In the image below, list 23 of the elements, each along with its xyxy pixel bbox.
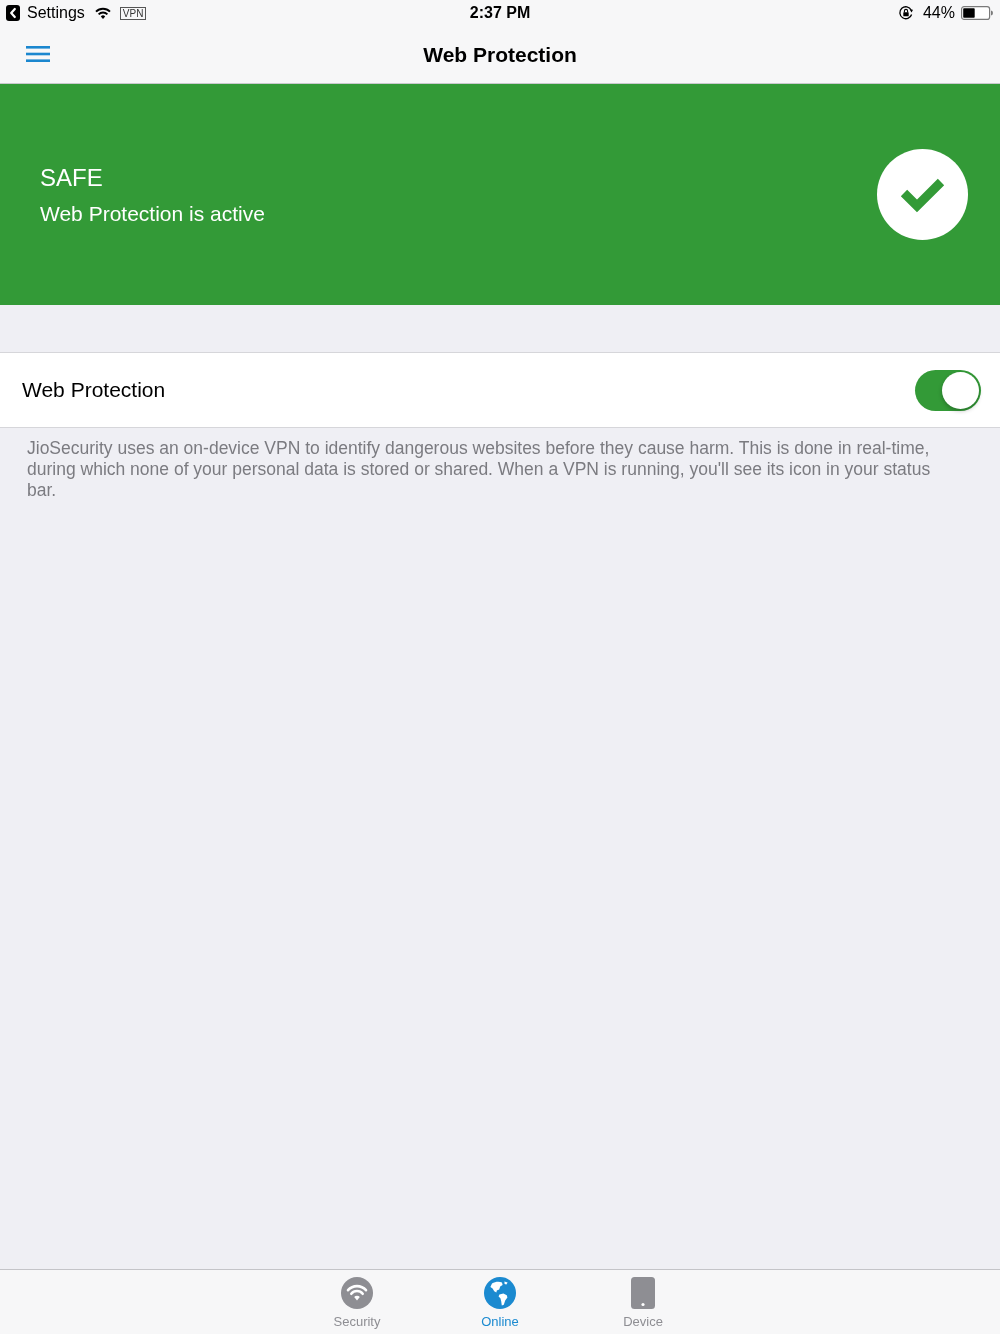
globe-icon bbox=[484, 1277, 516, 1309]
battery-percentage: 44% bbox=[922, 4, 955, 22]
setting-label: Web Protection bbox=[22, 378, 166, 402]
battery-icon bbox=[961, 6, 993, 20]
screen-title: Web Protection bbox=[423, 42, 577, 67]
wifi-circle-icon bbox=[341, 1277, 373, 1309]
check-circle-icon bbox=[877, 149, 968, 240]
tab-item[interactable]: Online bbox=[428, 1270, 572, 1334]
wifi-signal-icon bbox=[94, 7, 111, 19]
back-chevron-icon bbox=[6, 5, 20, 21]
menu-button[interactable] bbox=[26, 46, 50, 62]
rotation-lock-icon bbox=[897, 5, 914, 21]
status-heading: SAFE bbox=[40, 163, 104, 192]
tab-item[interactable]: Security bbox=[285, 1270, 429, 1334]
vpn-badge: VPN bbox=[119, 6, 147, 20]
menu-icon bbox=[26, 46, 50, 62]
phone-icon bbox=[631, 1277, 655, 1309]
toggle-switch[interactable] bbox=[915, 369, 981, 411]
status-message: Web Protection is active bbox=[40, 201, 265, 226]
back-to-settings-button[interactable]: Settings bbox=[6, 4, 85, 22]
status-time: 2:37 PM bbox=[469, 4, 531, 22]
description-text: JioSecurity uses an on-device VPN to identify dangerous websites before they cause harm. This is done in real-time, during which none of your personal data is stored or shared. When a VPN is running, you'll see its icon in your status bar. bbox=[26, 437, 932, 502]
tab-item[interactable]: Device bbox=[571, 1270, 715, 1334]
